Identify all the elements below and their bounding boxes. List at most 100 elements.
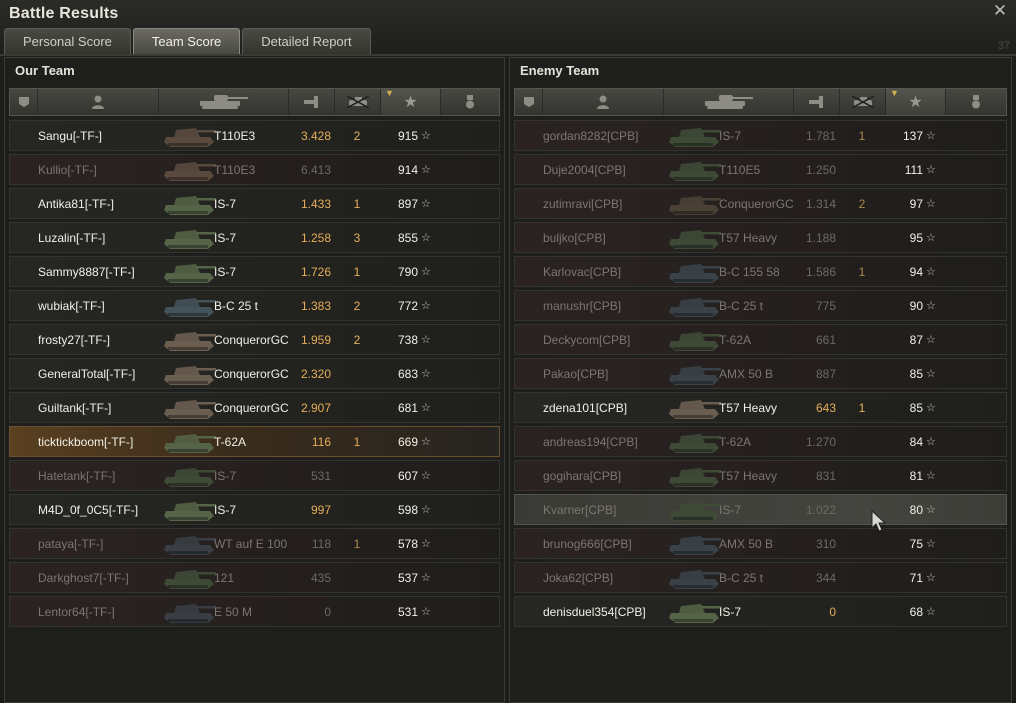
player-row[interactable]: denisduel354[CPB] IS-7 0 68 ☆ <box>514 596 1007 627</box>
damage-value: 3.428 <box>300 128 331 143</box>
tank-icon <box>164 162 216 181</box>
player-row[interactable]: andreas194[CPB] T-62A 1.270 84 ☆ <box>514 426 1007 457</box>
kills-value: 1 <box>353 434 361 449</box>
kills-value: 2 <box>353 128 361 143</box>
player-row[interactable]: Lentor64[-TF-] E 50 M 0 531 ☆ <box>9 596 500 627</box>
player-column-header[interactable] <box>543 89 664 115</box>
damage-column-header[interactable] <box>794 89 840 115</box>
player-row[interactable]: Antika81[-TF-] IS-7 1.433 1 897 ☆ <box>9 188 500 219</box>
vehicle-column-header[interactable] <box>159 89 289 115</box>
xp-value: 578 <box>397 536 418 551</box>
xp-value: 68 <box>909 604 923 619</box>
player-row[interactable]: Kvarner[CPB] IS-7 1.022 80 ☆ <box>514 494 1007 525</box>
kills-column-header[interactable] <box>840 89 886 115</box>
star-icon: ☆ <box>926 266 936 278</box>
tank-icon <box>669 332 721 351</box>
star-icon: ☆ <box>926 368 936 380</box>
tank-icon <box>164 434 216 453</box>
player-row[interactable]: buljko[CPB] T57 Heavy 1.188 95 ☆ <box>514 222 1007 253</box>
kills-column-header[interactable] <box>335 89 381 115</box>
xp-value: 75 <box>909 536 923 551</box>
medal-icon <box>466 95 474 109</box>
player-row[interactable]: Guiltank[-TF-] ConquerorGC 2.907 681 ☆ <box>9 392 500 423</box>
star-icon: ☆ <box>421 436 431 448</box>
xp-value: 80 <box>909 502 923 517</box>
tab-personal-score[interactable]: Personal Score <box>4 28 131 54</box>
star-icon: ☆ <box>421 232 431 244</box>
xp-value: 87 <box>909 332 923 347</box>
xp-value: 137 <box>902 128 923 143</box>
player-row[interactable]: Darkghost7[-TF-] 121 435 537 ☆ <box>9 562 500 593</box>
tank-icon <box>669 196 721 215</box>
star-icon: ☆ <box>421 334 431 346</box>
player-row[interactable]: brunog666[CPB] AMX 50 B 310 75 ☆ <box>514 528 1007 559</box>
player-row[interactable]: GeneralTotal[-TF-] ConquerorGC 2.320 683 ☆ <box>9 358 500 389</box>
player-row[interactable]: Duje2004[CPB] T110E5 1.250 111 ☆ <box>514 154 1007 185</box>
player-row[interactable]: zdena101[CPB] T57 Heavy 643 1 85 ☆ <box>514 392 1007 423</box>
damage-value: 1.726 <box>300 264 331 279</box>
player-row[interactable]: Kullio[-TF-] T110E3 6.413 914 ☆ <box>9 154 500 185</box>
star-icon: ☆ <box>926 436 936 448</box>
our-team-title: Our Team <box>15 63 75 78</box>
player-icon <box>92 95 104 109</box>
xp-column-header[interactable]: ▼ ★ <box>381 88 441 115</box>
close-icon[interactable]: ✕ <box>992 2 1008 19</box>
star-icon: ☆ <box>926 538 936 550</box>
player-row[interactable]: zutimravi[CPB] ConquerorGC 1.314 2 97 ☆ <box>514 188 1007 219</box>
player-name: Kvarner[CPB] <box>543 502 617 517</box>
xp-value: 81 <box>909 468 923 483</box>
player-name: Darkghost7[-TF-] <box>38 570 129 585</box>
player-row[interactable]: Pakao[CPB] AMX 50 B 887 85 ☆ <box>514 358 1007 389</box>
kills-value: 1 <box>353 264 361 279</box>
player-row[interactable]: manushr[CPB] B-C 25 t 775 90 ☆ <box>514 290 1007 321</box>
player-row[interactable]: pataya[-TF-] WT auf E 100 118 1 578 ☆ <box>9 528 500 559</box>
star-icon: ☆ <box>926 334 936 346</box>
squad-column-header[interactable] <box>10 89 38 115</box>
tank-icon <box>669 536 721 555</box>
player-row[interactable]: Karlovac[CPB] B-C 155 58 1.586 1 94 ☆ <box>514 256 1007 287</box>
damage-value: 831 <box>815 468 836 483</box>
damage-icon <box>808 96 823 108</box>
xp-value: 94 <box>909 264 923 279</box>
kills-value: 1 <box>858 400 866 415</box>
damage-column-header[interactable] <box>289 89 335 115</box>
squad-column-header[interactable] <box>515 89 543 115</box>
tab-bar: Personal Score Team Score Detailed Repor… <box>4 28 371 54</box>
tank-icon <box>164 332 216 351</box>
player-name: Deckycom[CPB] <box>543 332 631 347</box>
player-row[interactable]: wubiak[-TF-] B-C 25 t 1.383 2 772 ☆ <box>9 290 500 321</box>
medal-column-header[interactable] <box>946 89 1006 115</box>
player-row[interactable]: ticktickboom[-TF-] T-62A 116 1 669 ☆ <box>9 426 500 457</box>
player-row[interactable]: Sangu[-TF-] T110E3 3.428 2 915 ☆ <box>9 120 500 151</box>
player-row[interactable]: gogihara[CPB] T57 Heavy 831 81 ☆ <box>514 460 1007 491</box>
player-name: buljko[CPB] <box>543 230 606 245</box>
enemy-team-title: Enemy Team <box>520 63 600 78</box>
tank-icon <box>164 128 216 147</box>
kills-value: 2 <box>353 298 361 313</box>
player-name: zutimravi[CPB] <box>543 196 623 211</box>
vehicle-column-header[interactable] <box>664 89 794 115</box>
player-row[interactable]: Sammy8887[-TF-] IS-7 1.726 1 790 ☆ <box>9 256 500 287</box>
star-icon: ☆ <box>421 504 431 516</box>
sort-arrow-icon: ▼ <box>890 88 899 98</box>
player-row[interactable]: frosty27[-TF-] ConquerorGC 1.959 2 738 ☆ <box>9 324 500 355</box>
xp-value: 71 <box>909 570 923 585</box>
tank-icon <box>164 502 216 521</box>
player-row[interactable]: Luzalin[-TF-] IS-7 1.258 3 855 ☆ <box>9 222 500 253</box>
player-row[interactable]: gordan8282[CPB] IS-7 1.781 1 137 ☆ <box>514 120 1007 151</box>
player-row[interactable]: M4D_0f_0C5[-TF-] IS-7 997 598 ☆ <box>9 494 500 525</box>
kills-value: 1 <box>858 128 866 143</box>
player-row[interactable]: Hatetank[-TF-] IS-7 531 607 ☆ <box>9 460 500 491</box>
tab-detailed-report[interactable]: Detailed Report <box>242 28 371 54</box>
damage-value: 661 <box>815 332 836 347</box>
xp-column-header[interactable]: ▼ ★ <box>886 88 946 115</box>
damage-value: 1.314 <box>805 196 836 211</box>
player-row[interactable]: Deckycom[CPB] T-62A 661 87 ☆ <box>514 324 1007 355</box>
tank-icon <box>669 468 721 487</box>
tab-team-score[interactable]: Team Score <box>132 28 241 54</box>
kills-value: 1 <box>858 264 866 279</box>
player-row[interactable]: Joka62[CPB] B-C 25 t 344 71 ☆ <box>514 562 1007 593</box>
player-column-header[interactable] <box>38 89 159 115</box>
medal-column-header[interactable] <box>441 89 499 115</box>
xp-value: 84 <box>909 434 923 449</box>
